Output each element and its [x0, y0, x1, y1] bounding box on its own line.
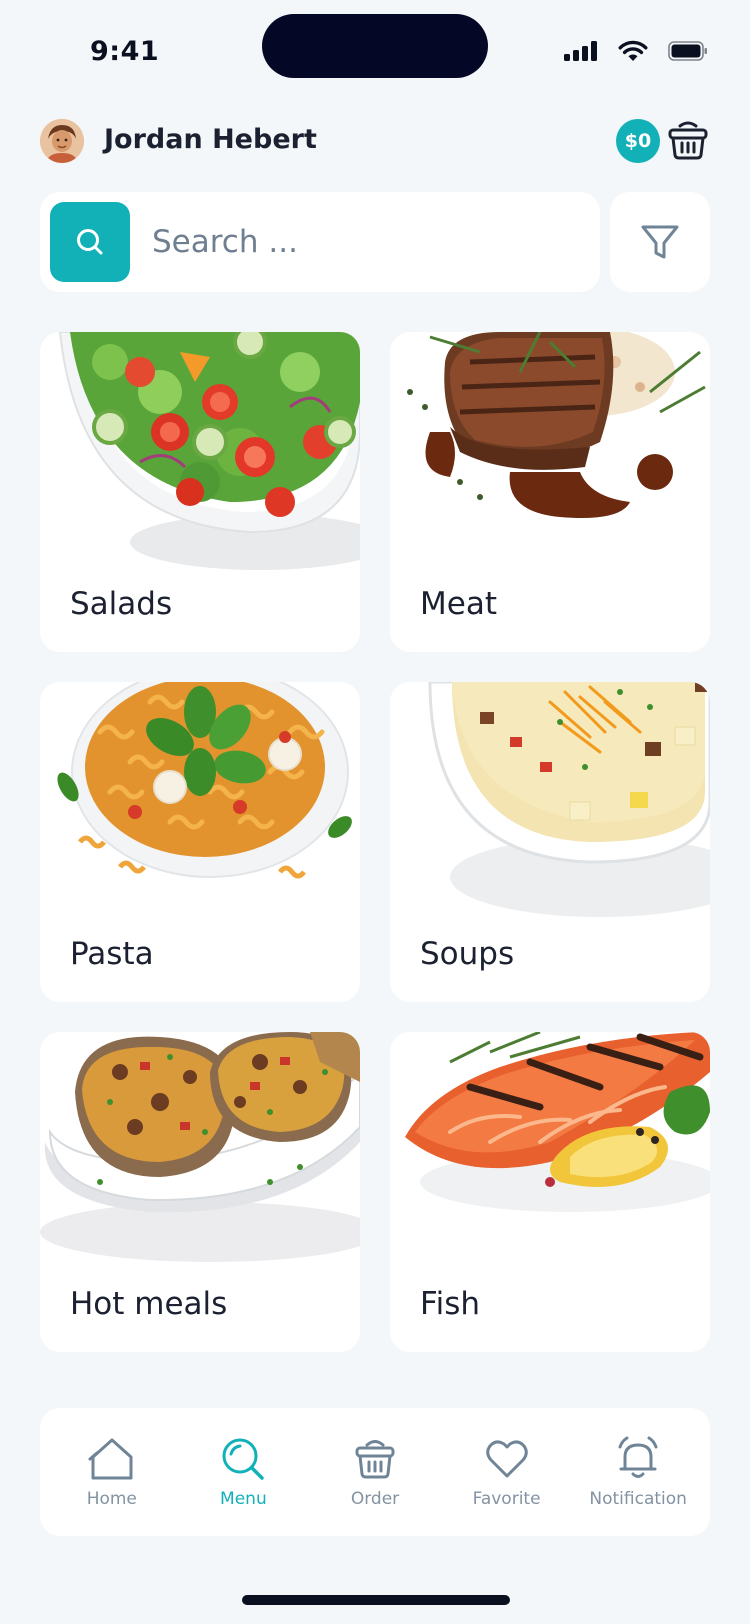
status-bar: 9:41 [0, 0, 750, 100]
category-card-pasta[interactable]: Pasta [40, 682, 360, 1002]
filter-button[interactable] [610, 192, 710, 292]
nav-label: Order [350, 1489, 400, 1509]
soup-image [428, 682, 710, 917]
search-button[interactable] [50, 202, 130, 282]
card-label: Hot meals [70, 1286, 228, 1322]
category-card-soups[interactable]: Soups [390, 682, 710, 1002]
dynamic-island [262, 14, 488, 78]
category-card-salads[interactable]: Salads [40, 332, 360, 652]
card-label: Soups [420, 936, 515, 972]
nav-label: Menu [220, 1489, 267, 1509]
search-icon [222, 1438, 265, 1480]
basket-icon [355, 1440, 395, 1479]
status-time: 9:41 [90, 36, 160, 67]
bottom-nav: Home Menu Order Favorite Notification [40, 1408, 710, 1536]
nav-item-order[interactable]: Order [311, 1435, 439, 1509]
bell-icon [618, 1436, 658, 1478]
meat-image [407, 332, 706, 518]
nav-label: Home [86, 1489, 137, 1509]
card-label: Salads [70, 586, 173, 622]
signal-icon [564, 41, 597, 61]
pasta-image [57, 682, 352, 879]
home-icon [88, 1438, 133, 1480]
category-card-hot-meals[interactable]: Hot meals [40, 1032, 360, 1352]
wifi-icon [618, 40, 648, 61]
card-label: Fish [420, 1286, 480, 1322]
nav-item-menu[interactable]: Menu [179, 1435, 307, 1509]
home-indicator [242, 1595, 510, 1605]
user-name: Jordan Hebert [104, 124, 317, 155]
category-card-meat[interactable]: Meat [390, 332, 710, 652]
fish-image [405, 1032, 710, 1212]
header: Jordan Hebert $0 [40, 116, 710, 168]
card-label: Pasta [70, 936, 154, 972]
nav-label: Notification [589, 1489, 687, 1509]
card-label: Meat [420, 586, 497, 622]
nav-item-notification[interactable]: Notification [574, 1435, 702, 1509]
search-icon [77, 229, 103, 255]
heart-icon [485, 1440, 528, 1478]
nav-item-home[interactable]: Home [48, 1435, 176, 1509]
search-input[interactable] [152, 216, 572, 268]
salad-image [58, 332, 360, 570]
balance-badge[interactable]: $0 [616, 119, 660, 163]
battery-icon [668, 41, 707, 61]
nav-label: Favorite [472, 1489, 541, 1509]
category-card-fish[interactable]: Fish [390, 1032, 710, 1352]
nav-item-favorite[interactable]: Favorite [443, 1435, 571, 1509]
hot-meal-image [40, 1032, 360, 1262]
search-box [40, 192, 600, 292]
filter-icon [641, 225, 679, 259]
avatar[interactable] [40, 119, 84, 163]
basket-icon[interactable] [666, 118, 710, 162]
status-icons [564, 40, 708, 62]
